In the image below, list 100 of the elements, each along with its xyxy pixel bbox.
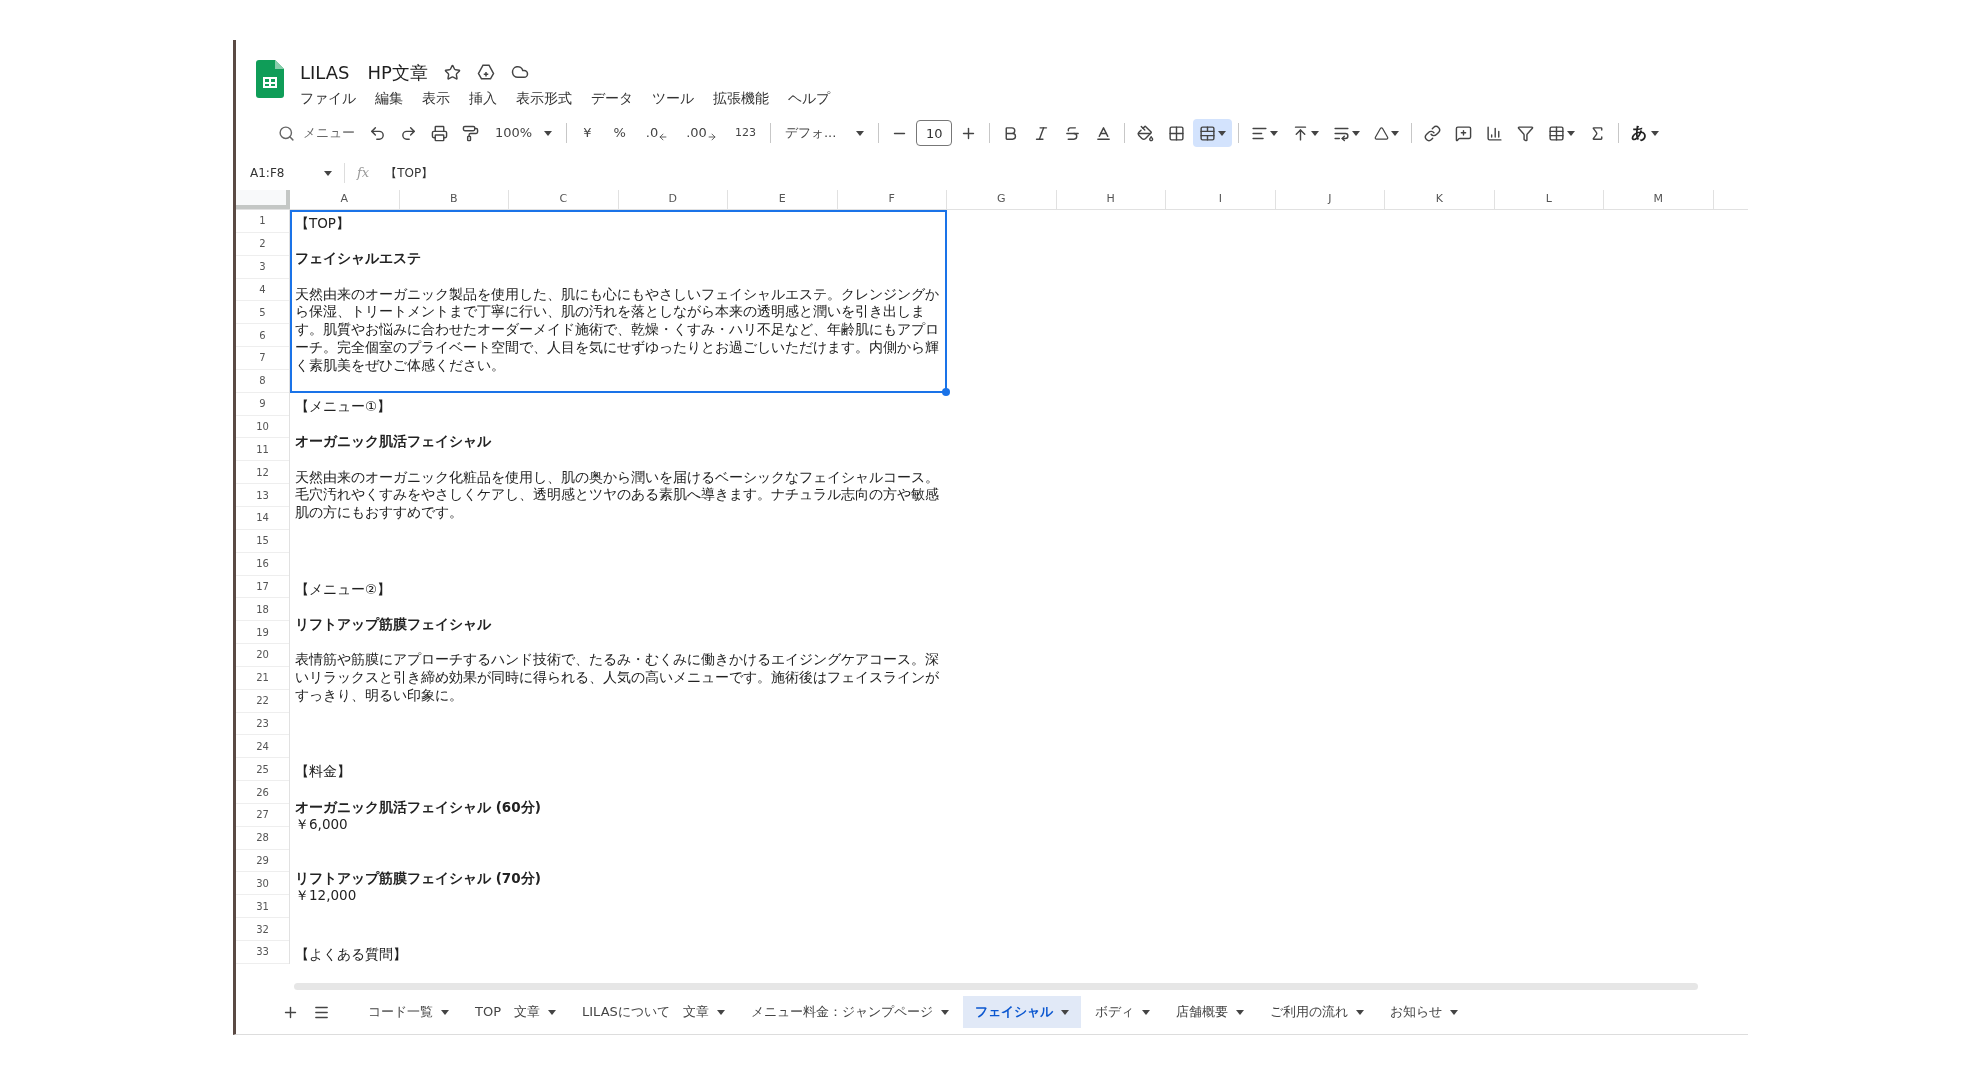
sheet-tab[interactable]: コード一覧: [356, 996, 461, 1028]
spreadsheet-logo-icon[interactable]: [256, 60, 284, 98]
row-header[interactable]: 5: [236, 301, 289, 325]
merged-cell[interactable]: 【メニュー①】 オーガニック肌活フェイシャル 天然由来のオーガニック化粧品を使用し、肌の奥から潤いを届けるベーシックなフェイシャルコース。毛穴汚れやくすみをやさしくケアし、透明感とツヤのある素肌へ導きます。ナチュラル志向の方や敏感肌の方にもおすすめです。: [290, 392, 947, 576]
row-header[interactable]: 3: [236, 255, 289, 279]
section-label: 【メニュー②】: [295, 580, 393, 599]
caret-icon: [324, 170, 332, 176]
sheet-tab[interactable]: メニュー料金：ジャンプページ: [738, 996, 961, 1028]
document-title[interactable]: LILAS HP文章: [300, 58, 428, 86]
row-header[interactable]: 22: [236, 689, 289, 713]
menu-item[interactable]: ファイル: [300, 87, 356, 109]
merge-cells-icon: [1199, 124, 1217, 142]
cloud-icon[interactable]: [510, 63, 529, 81]
section-label: 【よくある質問】: [295, 946, 408, 964]
row-header[interactable]: 25: [236, 758, 289, 782]
column-header[interactable]: G: [947, 190, 1057, 209]
row-header[interactable]: 26: [236, 781, 289, 804]
menu-item[interactable]: 表示: [422, 87, 450, 109]
row-header[interactable]: 30: [236, 872, 289, 896]
sheet-tab[interactable]: 店舗概要: [1163, 996, 1256, 1028]
merged-cell[interactable]: 【メニュー②】 リフトアップ筋膜フェイシャル 表情筋や筋膜にアプローチするハンド技術で、たるみ・むくみに働きかけるエイジングケアコース。深いリラックスと引き締め効果が同時に得られる、人気の高いメニューです。施術後はフェイスラインがすっきり、明るい印象に。: [290, 575, 947, 759]
name-box[interactable]: A1:F8: [250, 161, 332, 185]
row-header[interactable]: 1: [236, 210, 289, 233]
column-header[interactable]: J: [1275, 190, 1385, 209]
caret-icon: [1311, 130, 1320, 136]
fill-handle[interactable]: [942, 387, 950, 396]
input-tools-button[interactable]: あ: [1625, 119, 1666, 147]
row-header[interactable]: 13: [236, 484, 289, 507]
row-header[interactable]: 18: [236, 598, 289, 622]
drive-move-icon[interactable]: [476, 63, 495, 81]
row-header[interactable]: 12: [236, 461, 289, 485]
row-header[interactable]: 14: [236, 506, 289, 530]
arrow-right-icon: [706, 132, 717, 142]
row-header[interactable]: 7: [236, 347, 289, 370]
increase-decimal-button[interactable]: .00: [678, 119, 725, 147]
caret-icon: [940, 1009, 949, 1015]
font-dropdown[interactable]: デフォ...: [776, 119, 873, 147]
column-header[interactable]: F: [837, 190, 947, 209]
row-header[interactable]: 24: [236, 735, 289, 759]
merged-cell[interactable]: [290, 210, 947, 393]
font-size-field[interactable]: 10: [916, 120, 953, 146]
menu-item[interactable]: 編集: [375, 87, 403, 109]
row-header[interactable]: 16: [236, 552, 289, 576]
row-header[interactable]: 11: [236, 438, 289, 462]
column-header[interactable]: M: [1604, 190, 1714, 209]
row-header[interactable]: 2: [236, 232, 289, 256]
sheet-tab[interactable]: ボディ: [1082, 996, 1162, 1028]
column-header[interactable]: H: [1056, 190, 1166, 209]
column-header[interactable]: D: [618, 190, 728, 209]
currency-button[interactable]: ¥: [573, 119, 602, 147]
row-header[interactable]: 32: [236, 918, 289, 941]
menu-item[interactable]: 表示形式: [516, 87, 572, 109]
row-header[interactable]: 15: [236, 529, 289, 553]
row-header[interactable]: 33: [236, 941, 289, 964]
row-header[interactable]: 10: [236, 415, 289, 439]
section-label: 【料金】: [295, 763, 352, 782]
caret-icon: [1651, 130, 1660, 136]
row-header[interactable]: 31: [236, 895, 289, 919]
row-header[interactable]: 28: [236, 826, 289, 850]
row-header[interactable]: 21: [236, 666, 289, 690]
horizontal-scrollbar[interactable]: [294, 983, 1698, 990]
sheet-tab[interactable]: ご利用の流れ: [1257, 996, 1376, 1028]
column-header[interactable]: A: [290, 190, 400, 209]
caret-icon: [1218, 130, 1227, 136]
column-header[interactable]: K: [1385, 190, 1495, 209]
star-icon[interactable]: [443, 63, 461, 81]
column-header[interactable]: I: [1166, 190, 1276, 209]
sheet-tab[interactable]: お知らせ: [1377, 996, 1470, 1028]
row-header[interactable]: 6: [236, 324, 289, 348]
sheet-tab[interactable]: LILASについて 文章: [570, 996, 737, 1028]
formula-value[interactable]: 【TOP】: [385, 164, 434, 182]
percent-button[interactable]: %: [603, 119, 636, 147]
column-header[interactable]: B: [399, 190, 509, 209]
row-header[interactable]: 23: [236, 712, 289, 736]
sheet-tab[interactable]: TOP 文章: [463, 996, 568, 1028]
menu-search-button[interactable]: メニュー: [272, 119, 361, 147]
decrease-decimal-button[interactable]: .0: [637, 119, 677, 147]
sheet-tab[interactable]: フェイシャル: [962, 996, 1081, 1028]
merged-cell[interactable]: 【料金】 オーガニック肌活フェイシャル (60分) ￥6,000 リフトアップ筋膜フェイシャル (70分) ￥12,000: [290, 758, 947, 942]
row-header[interactable]: 17: [236, 575, 289, 599]
row-header[interactable]: 8: [236, 369, 289, 393]
row-header[interactable]: 29: [236, 849, 289, 873]
column-header[interactable]: E: [728, 190, 838, 209]
caret-icon: [1270, 130, 1279, 136]
menu-item[interactable]: ヘルプ: [788, 87, 830, 109]
row-header[interactable]: 9: [236, 392, 289, 416]
row-header[interactable]: 4: [236, 278, 289, 302]
row-header[interactable]: 19: [236, 621, 289, 645]
row-header[interactable]: 27: [236, 803, 289, 827]
menu-item[interactable]: データ: [591, 87, 633, 109]
merge-cells-button[interactable]: [1193, 119, 1233, 147]
number-format-button[interactable]: 123: [726, 119, 764, 147]
column-header[interactable]: L: [1494, 190, 1604, 209]
merged-cell[interactable]: 【よくある質問】: [290, 941, 947, 965]
menu-item[interactable]: ツール: [652, 87, 694, 109]
column-header[interactable]: C: [509, 190, 619, 209]
menu-item[interactable]: 拡張機能: [713, 87, 769, 109]
menu-item[interactable]: 挿入: [469, 87, 497, 109]
zoom-dropdown[interactable]: 100%: [487, 119, 561, 147]
row-header[interactable]: 20: [236, 644, 289, 667]
